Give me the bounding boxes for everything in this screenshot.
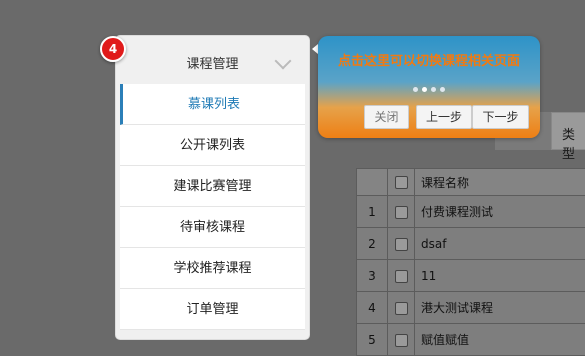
- row-course-name: dsaf: [415, 228, 585, 260]
- table-row[interactable]: 1 付费课程测试: [357, 196, 585, 228]
- row-number: 1: [357, 196, 388, 228]
- chevron-down-icon[interactable]: [275, 53, 292, 70]
- header-course-name: 课程名称: [415, 169, 585, 196]
- menu-item-orders[interactable]: 订单管理: [120, 289, 305, 330]
- menu-item-course-competition[interactable]: 建课比赛管理: [120, 166, 305, 207]
- table-row[interactable]: 4 港大测试课程: [357, 292, 585, 324]
- row-course-name: 付费课程测试: [415, 196, 585, 228]
- table-row[interactable]: 2 dsaf: [357, 228, 585, 260]
- progress-dot-active: [422, 87, 427, 92]
- menu-list: 慕课列表 公开课列表 建课比赛管理 待审核课程 学校推荐课程 订单管理: [120, 84, 305, 330]
- menu-item-pending-review[interactable]: 待审核课程: [120, 207, 305, 248]
- tour-message: 点击这里可以切换课程相关页面: [318, 50, 540, 69]
- menu-header[interactable]: 课程管理: [120, 40, 305, 84]
- table-row[interactable]: 3 11: [357, 260, 585, 292]
- tour-close-button[interactable]: 关闭: [364, 105, 409, 129]
- tour-prev-button[interactable]: 上一步: [416, 105, 472, 129]
- table-header-row: 课程名称: [357, 169, 585, 196]
- row-number: 4: [357, 292, 388, 324]
- table-row[interactable]: 5 赋值赋值: [357, 324, 585, 356]
- row-course-name: 赋值赋值: [415, 324, 585, 356]
- tour-progress-dots: [318, 87, 540, 92]
- header-num-cell: [357, 169, 388, 196]
- progress-dot: [440, 87, 445, 92]
- row-number: 3: [357, 260, 388, 292]
- row-course-name: 港大测试课程: [415, 292, 585, 324]
- row-checkbox[interactable]: [395, 270, 408, 283]
- course-table: 课程名称 1 付费课程测试 2 dsaf 3 11 4 港大测试课程 5 赋值赋…: [356, 168, 585, 356]
- row-number: 2: [357, 228, 388, 260]
- menu-item-school-recommended[interactable]: 学校推荐课程: [120, 248, 305, 289]
- tour-step-badge: 4: [100, 36, 126, 62]
- row-number: 5: [357, 324, 388, 356]
- row-checkbox[interactable]: [395, 238, 408, 251]
- progress-dot: [431, 87, 436, 92]
- type-filter-label: 类型: [562, 124, 585, 162]
- row-checkbox[interactable]: [395, 206, 408, 219]
- progress-dot: [413, 87, 418, 92]
- tour-popover: 点击这里可以切换课程相关页面 关闭 上一步 下一步: [318, 36, 540, 138]
- menu-item-open-course-list[interactable]: 公开课列表: [120, 125, 305, 166]
- row-checkbox[interactable]: [395, 302, 408, 315]
- row-course-name: 11: [415, 260, 585, 292]
- select-all-checkbox[interactable]: [395, 176, 408, 189]
- header-checkbox-cell: [388, 169, 415, 196]
- tour-next-button[interactable]: 下一步: [472, 105, 529, 129]
- menu-item-mooc-list[interactable]: 慕课列表: [120, 84, 305, 125]
- menu-title: 课程管理: [186, 53, 238, 72]
- course-management-menu: 课程管理 慕课列表 公开课列表 建课比赛管理 待审核课程 学校推荐课程 订单管理: [116, 36, 309, 339]
- row-checkbox[interactable]: [395, 334, 408, 347]
